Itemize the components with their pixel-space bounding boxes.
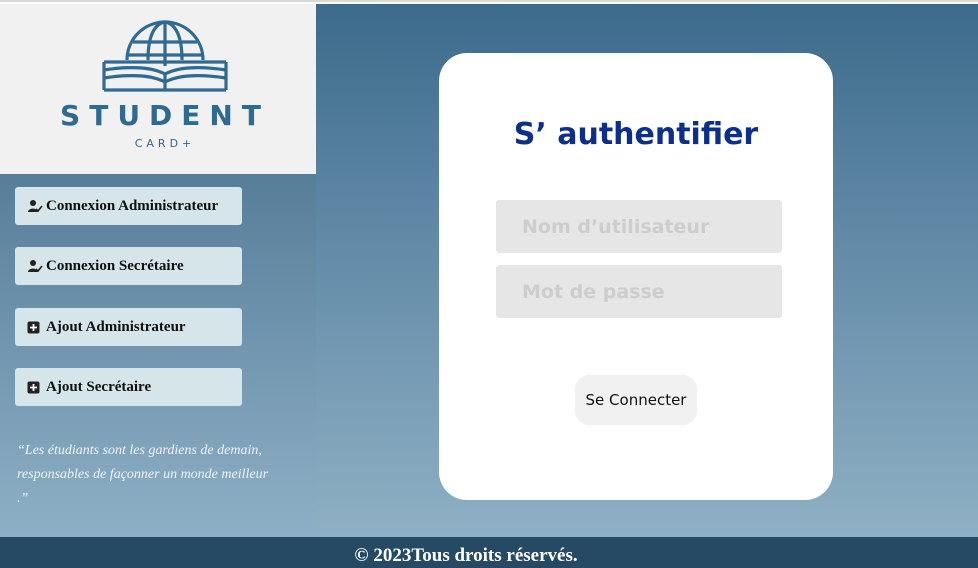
plus-square-icon — [27, 320, 43, 334]
sidebar-item-secretary-login[interactable]: Connexion Secrétaire — [15, 247, 242, 285]
sidebar-item-label: Ajout Secrétaire — [46, 378, 152, 395]
sidebar-item-add-admin[interactable]: Ajout Administrateur — [15, 308, 242, 346]
login-title: S’ authentifier — [513, 117, 759, 152]
globe-book-icon — [102, 20, 228, 92]
username-input[interactable] — [496, 200, 782, 253]
sidebar-item-add-secretary[interactable]: Ajout Secrétaire — [15, 368, 242, 406]
sidebar-quote: “Les étudiants sont les gardiens de dema… — [17, 443, 269, 506]
sidebar: STUDENT CARD+ Connexion Administrateur C… — [0, 4, 316, 537]
sidebar-item-admin-login[interactable]: Connexion Administrateur — [15, 187, 242, 225]
plus-square-icon — [27, 380, 43, 394]
sidebar-item-label: Ajout Administrateur — [46, 318, 186, 335]
sidebar-item-label: Connexion Secrétaire — [46, 257, 184, 274]
brand-subtitle: CARD+ — [134, 137, 196, 150]
password-input[interactable] — [496, 265, 782, 318]
user-check-icon — [27, 259, 43, 273]
login-card: S’ authentifier Se Connecter — [439, 53, 833, 500]
footer: © 2023Tous droits réservés. — [0, 537, 978, 568]
connect-button[interactable]: Se Connecter — [575, 375, 697, 425]
brand-title: STUDENT — [60, 99, 270, 132]
copyright-text: © 2023Tous droits réservés. — [354, 545, 578, 566]
main-content: S’ authentifier Se Connecter — [316, 4, 978, 537]
user-check-icon — [27, 199, 43, 213]
app-window: STUDENT CARD+ Connexion Administrateur C… — [0, 0, 978, 568]
logo-area: STUDENT CARD+ — [0, 4, 316, 174]
sidebar-item-label: Connexion Administrateur — [46, 197, 219, 214]
